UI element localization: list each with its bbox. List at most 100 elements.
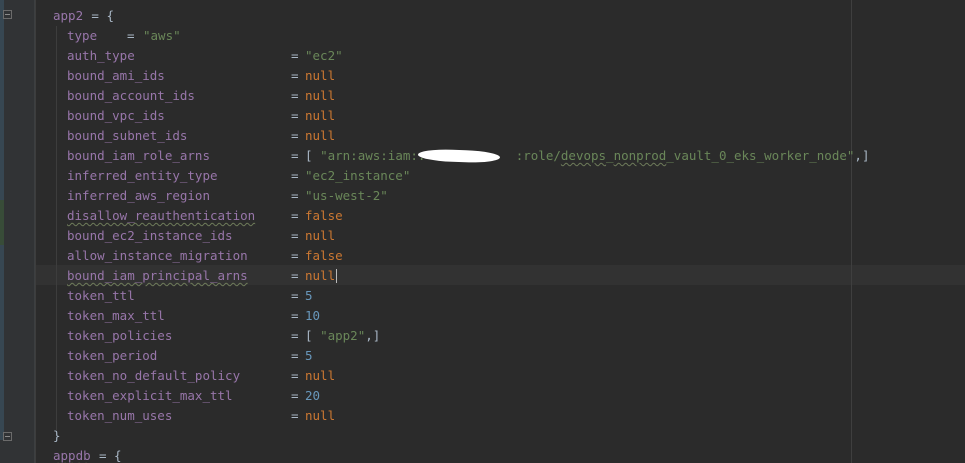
property-value: null [305,106,335,126]
code-line[interactable]: bound_account_ids = null [0,86,965,106]
property-value: null [305,126,335,146]
assignment-operator: = [291,288,299,303]
code-line[interactable]: } [0,426,965,446]
code-line[interactable]: bound_ami_ids = null [0,66,965,86]
code-line[interactable]: allow_instance_migration = false [0,246,965,266]
property-key: type [67,28,98,43]
assignment-operator: = [291,308,299,323]
property-value: null [305,226,335,246]
property-key: token_max_ttl [67,308,165,323]
code-line[interactable]: token_explicit_max_ttl = 20 [0,386,965,406]
assignment-operator: = [291,388,299,403]
block-close-brace: } [53,428,61,443]
property-key: token_num_uses [67,408,173,423]
code-line[interactable]: type = "aws" [0,26,965,46]
assignment-operator: = { [99,448,122,463]
code-line[interactable]: auth_type = "ec2" [0,46,965,66]
property-key: bound_iam_role_arns [67,148,210,163]
property-key: appdb [53,448,91,463]
property-key: app2 [53,8,84,23]
assignment-operator: = [127,28,135,43]
assignment-operator: = [291,268,299,283]
value-token: nonprod [613,148,667,163]
property-value: false [305,206,343,226]
code-line[interactable]: bound_subnet_ids = null [0,126,965,146]
value-token: null [305,268,336,283]
code-line[interactable]: bound_iam_principal_arns = null [0,266,965,286]
value-token: devops [560,148,607,163]
value-token: 10 [305,308,321,323]
property-value: null [305,366,335,386]
code-line[interactable]: token_num_uses = null [0,406,965,426]
property-key: token_explicit_max_ttl [67,388,233,403]
assignment-operator: = [291,348,299,363]
assignment-operator: = { [91,8,114,23]
property-value: 5 [305,286,313,306]
assignment-operator: = [291,248,299,263]
property-key: bound_vpc_ids [67,108,165,123]
assignment-operator: = [291,188,299,203]
code-line[interactable]: bound_ec2_instance_ids = null [0,226,965,246]
assignment-operator: = [291,88,299,103]
value-token: null [305,228,336,243]
value-token: "us-west-2" [305,188,388,203]
value-token: [ [305,148,321,163]
property-value: "ec2" [305,46,343,66]
assignment-operator: = [291,228,299,243]
property-value: [ "arn:aws:iam:: :role/devops_nonprod_va… [305,146,869,166]
assignment-operator: = [291,108,299,123]
value-token: null [305,408,336,423]
code-line[interactable]: inferred_aws_region = "us-west-2" [0,186,965,206]
assignment-operator: = [291,208,299,223]
assignment-operator: = [291,368,299,383]
code-line[interactable]: app2 = { [0,6,965,26]
property-key: bound_iam_principal_arns [67,268,248,283]
assignment-operator: = [291,68,299,83]
code-line[interactable]: token_max_ttl = 10 [0,306,965,326]
code-line[interactable]: disallow_reauthentication = false [0,206,965,226]
property-key: token_period [67,348,158,363]
code-line[interactable]: appdb = { [0,446,965,463]
code-editor[interactable]: app2 = {type = "aws" auth_type = "ec2" bound_am… [0,0,965,463]
property-value: [ "app2",] [305,326,380,346]
property-value: null [305,406,335,426]
value-token: [ [305,328,321,343]
code-line[interactable]: token_ttl = 5 [0,286,965,306]
assignment-operator: = [291,328,299,343]
property-value: null [305,266,338,286]
value-token: null [305,128,336,143]
property-key: bound_ami_ids [67,68,165,83]
value-token: _ [606,148,614,163]
value-token: "aws" [143,28,181,43]
property-key: bound_subnet_ids [67,128,188,143]
value-token: false [305,248,343,263]
value-token: 5 [305,288,313,303]
value-token: "ec2_instance" [305,168,411,183]
property-value: "ec2_instance" [305,166,410,186]
property-key: bound_account_ids [67,88,195,103]
value-token: null [305,108,336,123]
value-token: ,] [854,148,870,163]
value-token: _vault_0_eks_worker_node" [666,148,855,163]
value-token: ,] [365,328,381,343]
property-value: 20 [305,386,320,406]
assignment-operator: = [291,48,299,63]
property-key: inferred_entity_type [67,168,218,183]
value-token: "app2" [320,328,366,343]
text-caret [336,269,338,283]
property-key: token_no_default_policy [67,368,241,383]
property-value: null [305,86,335,106]
property-value: "aws" [143,26,181,46]
value-token: null [305,368,336,383]
property-value: 10 [305,306,320,326]
value-token: null [305,68,336,83]
code-line[interactable]: token_no_default_policy = null [0,366,965,386]
property-value: null [305,66,335,86]
code-line[interactable]: token_period = 5 [0,346,965,366]
property-key: token_policies [67,328,173,343]
code-line[interactable]: inferred_entity_type = "ec2_instance" [0,166,965,186]
property-value: 5 [305,346,313,366]
code-line[interactable]: bound_vpc_ids = null [0,106,965,126]
code-line[interactable]: token_policies = [ "app2",] [0,326,965,346]
property-value: false [305,246,343,266]
